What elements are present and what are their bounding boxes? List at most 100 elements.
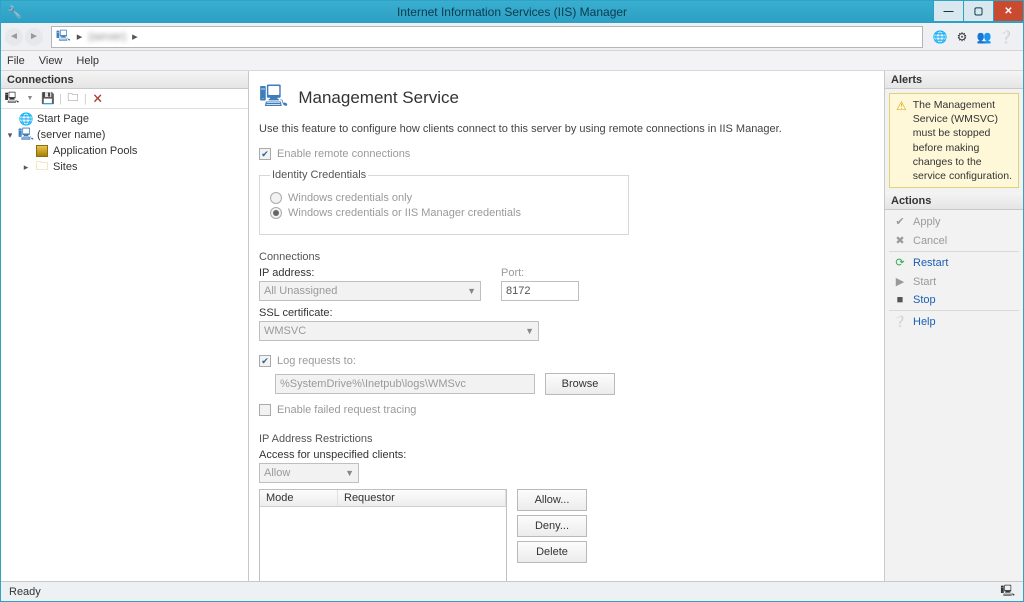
tree-label: Start Page xyxy=(37,113,89,125)
feature-title: 🖳 Management Service xyxy=(259,79,874,117)
port-label: Port: xyxy=(501,267,579,279)
connections-heading: Connections xyxy=(259,251,874,263)
save-icon[interactable]: 💾 xyxy=(41,92,55,106)
log-path-value: %SystemDrive%\Inetpub\logs\WMSvc xyxy=(280,378,466,390)
unspecified-clients-value: Allow xyxy=(264,467,290,479)
help-icon: ❔ xyxy=(893,315,907,328)
restart-icon: ⟳ xyxy=(893,256,907,269)
tree-sites[interactable]: ▸ 🗀 Sites xyxy=(19,159,246,175)
log-path-input[interactable]: %SystemDrive%\Inetpub\logs\WMSvc xyxy=(275,374,535,394)
nav-back-button[interactable]: ◄ xyxy=(5,28,23,46)
navbar: ◄ ► 🖳 ▸ (server) ▸ 🌐 ⚙ 👥 ❔ xyxy=(1,23,1023,51)
enable-tracing-checkbox[interactable] xyxy=(259,404,271,416)
tree-app-pools[interactable]: Application Pools xyxy=(19,143,246,159)
action-help[interactable]: ❔ Help xyxy=(885,312,1023,331)
cancel-icon: ✖ xyxy=(893,234,907,247)
menu-file[interactable]: File xyxy=(7,55,25,67)
restrictions-table[interactable]: Mode Requestor xyxy=(259,489,507,581)
ssl-cert-label: SSL certificate: xyxy=(259,307,874,319)
app-icon: 🔧 xyxy=(7,5,22,19)
stop-icon: ■ xyxy=(893,294,907,306)
unspecified-clients-select[interactable]: Allow ▼ xyxy=(259,463,359,483)
remove-icon[interactable]: 🗙 xyxy=(91,92,105,106)
breadcrumb-server-label: (server) xyxy=(88,31,126,43)
site-icon[interactable]: 🌐 xyxy=(931,28,949,46)
alert-text: The Management Service (WMSVC) must be s… xyxy=(913,98,1012,183)
menu-help[interactable]: Help xyxy=(76,55,99,67)
feature-pane: 🖳 Management Service Use this feature to… xyxy=(249,71,885,581)
connections-toolbar: 🖳 ▼ 💾 | 🗀 | 🗙 xyxy=(1,89,248,109)
maximize-button[interactable]: ▢ xyxy=(963,1,993,21)
window-title: Internet Information Services (IIS) Mana… xyxy=(397,5,627,19)
alert-message: ⚠ The Management Service (WMSVC) must be… xyxy=(889,93,1019,188)
close-button[interactable]: ✕ xyxy=(993,1,1023,21)
feature-title-label: Management Service xyxy=(298,88,459,108)
ip-address-value: All Unassigned xyxy=(264,285,337,297)
tree-server-node[interactable]: ▾ 🖳 (server name) xyxy=(3,127,246,143)
chevron-down-icon: ▼ xyxy=(525,326,534,336)
action-restart[interactable]: ⟳ Restart xyxy=(885,253,1023,272)
ip-address-label: IP address: xyxy=(259,267,481,279)
help-icon[interactable]: ❔ xyxy=(997,28,1015,46)
statusbar: Ready 🖳 xyxy=(1,581,1023,601)
breadcrumb-chevron: ▸ xyxy=(77,30,83,43)
menu-view[interactable]: View xyxy=(39,55,63,67)
chevron-down-icon[interactable]: ▼ xyxy=(23,92,37,106)
delete-button[interactable]: Delete xyxy=(517,541,587,563)
actions-header: Actions xyxy=(885,192,1023,210)
ssl-cert-value: WMSVC xyxy=(264,325,306,337)
log-requests-checkbox[interactable] xyxy=(259,355,271,367)
start-icon: ▶ xyxy=(893,275,907,288)
expand-icon[interactable]: ▾ xyxy=(5,130,15,141)
chevron-down-icon: ▼ xyxy=(345,468,354,478)
windows-only-radio[interactable] xyxy=(270,192,282,204)
ip-address-select[interactable]: All Unassigned ▼ xyxy=(259,281,481,301)
management-service-icon: 🖳 xyxy=(259,79,288,117)
windows-or-iis-label: Windows credentials or IIS Manager crede… xyxy=(288,207,521,219)
settings-icon[interactable]: ⚙ xyxy=(953,28,971,46)
action-start: ▶ Start xyxy=(885,272,1023,291)
status-icon: 🖳 xyxy=(1000,582,1015,601)
window-controls: — ▢ ✕ xyxy=(933,1,1023,23)
server-icon: 🖳 xyxy=(19,128,33,142)
enable-remote-label: Enable remote connections xyxy=(277,148,410,160)
enable-tracing-label: Enable failed request tracing xyxy=(277,404,416,416)
port-input[interactable]: 8172 xyxy=(501,281,579,301)
connections-header: Connections xyxy=(1,71,248,89)
unspecified-clients-label: Access for unspecified clients: xyxy=(259,449,874,461)
group-icon[interactable]: 👥 xyxy=(975,28,993,46)
deny-button[interactable]: Deny... xyxy=(517,515,587,537)
allow-button[interactable]: Allow... xyxy=(517,489,587,511)
ssl-cert-select[interactable]: WMSVC ▼ xyxy=(259,321,539,341)
action-stop[interactable]: ■ Stop xyxy=(885,291,1023,309)
log-requests-label: Log requests to: xyxy=(277,355,356,367)
add-connection-icon[interactable]: 🖳 xyxy=(5,92,19,106)
status-text: Ready xyxy=(9,586,41,598)
breadcrumb[interactable]: 🖳 ▸ (server) ▸ xyxy=(51,26,923,48)
main-area: Connections 🖳 ▼ 💾 | 🗀 | 🗙 🌐 Start Page ▾ xyxy=(1,71,1023,581)
connections-panel: Connections 🖳 ▼ 💾 | 🗀 | 🗙 🌐 Start Page ▾ xyxy=(1,71,249,581)
chevron-down-icon: ▼ xyxy=(467,286,476,296)
alerts-header: Alerts xyxy=(885,71,1023,89)
windows-only-label: Windows credentials only xyxy=(288,192,412,204)
right-sidebar: Alerts ⚠ The Management Service (WMSVC) … xyxy=(885,71,1023,581)
server-icon: 🖳 xyxy=(56,27,71,46)
windows-or-iis-radio[interactable] xyxy=(270,207,282,219)
breadcrumb-chevron: ▸ xyxy=(132,30,138,43)
enable-remote-checkbox[interactable] xyxy=(259,148,271,160)
identity-legend: Identity Credentials xyxy=(270,169,368,181)
tree-start-page[interactable]: 🌐 Start Page xyxy=(3,111,246,127)
port-value: 8172 xyxy=(506,285,530,297)
minimize-button[interactable]: — xyxy=(933,1,963,21)
nav-forward-button[interactable]: ► xyxy=(25,28,43,46)
app-window: 🔧 Internet Information Services (IIS) Ma… xyxy=(0,0,1024,602)
expand-icon[interactable]: ▸ xyxy=(21,162,31,173)
browse-icon[interactable]: 🗀 xyxy=(66,92,80,106)
feature-description: Use this feature to configure how client… xyxy=(259,123,874,135)
folder-icon: 🗀 xyxy=(35,160,49,174)
ip-restrictions-heading: IP Address Restrictions xyxy=(259,433,874,445)
browse-button[interactable]: Browse xyxy=(545,373,615,395)
action-cancel: ✖ Cancel xyxy=(885,231,1023,250)
apply-icon: ✔ xyxy=(893,215,907,228)
tree-label: (server name) xyxy=(37,129,105,141)
